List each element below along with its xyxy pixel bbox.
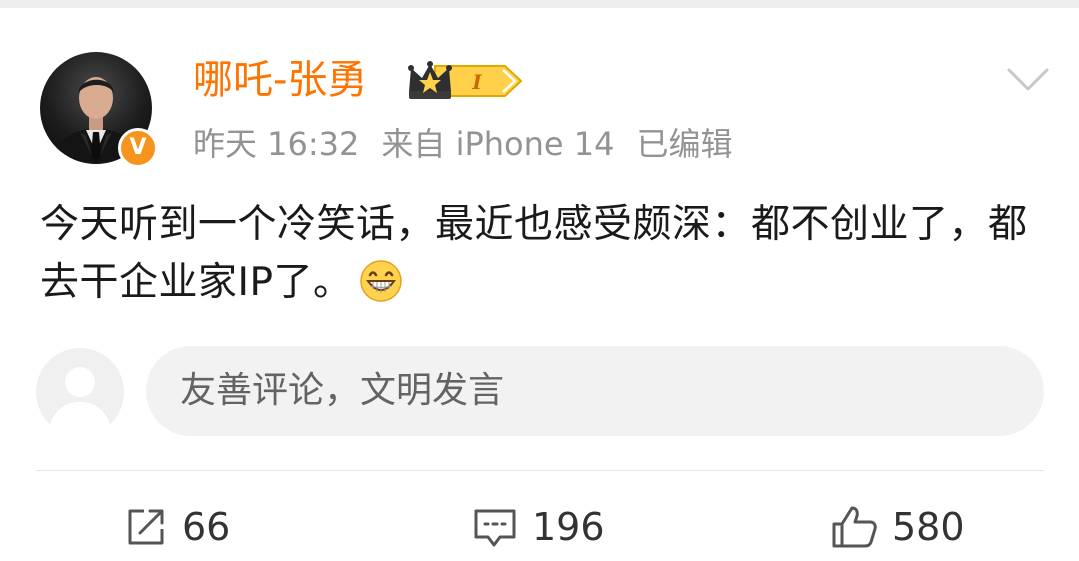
comment-button[interactable]: 196 (472, 502, 605, 552)
top-separator (0, 0, 1079, 8)
edited-label[interactable]: 已编辑 (637, 125, 733, 163)
comment-count: 196 (532, 505, 605, 549)
like-button[interactable]: 580 (830, 502, 965, 552)
grinning-face-emoji-icon (359, 260, 402, 302)
repost-icon (128, 509, 164, 545)
post-meta: 昨天 16:32 来自 iPhone 14 已编辑 (193, 122, 755, 166)
comment-icon (474, 509, 516, 547)
badge-level-text: I (471, 70, 482, 94)
chevron-down-icon[interactable] (1006, 62, 1050, 98)
post-source: 来自 iPhone 14 (381, 125, 615, 163)
post-text: 今天听到一个冷笑话，最近也感受颇深：都不创业了，都去干企业家IP了。 (40, 202, 1028, 305)
current-user-avatar[interactable] (36, 348, 124, 436)
repost-count: 66 (182, 505, 231, 549)
crown-level-badge-icon[interactable]: I (405, 58, 523, 104)
post-time: 昨天 16:32 (193, 125, 360, 163)
thumbs-up-icon (832, 506, 877, 548)
username[interactable]: 哪吒-张勇 (193, 54, 367, 106)
post-content: 今天听到一个冷笑话，最近也感受颇深：都不创业了，都去干企业家IP了。 (40, 196, 1040, 312)
like-count: 580 (892, 505, 965, 549)
verified-badge: V (118, 128, 158, 168)
repost-button[interactable]: 66 (124, 502, 230, 552)
divider (36, 470, 1044, 471)
comment-input[interactable]: 友善评论，文明发言 (146, 346, 1044, 436)
